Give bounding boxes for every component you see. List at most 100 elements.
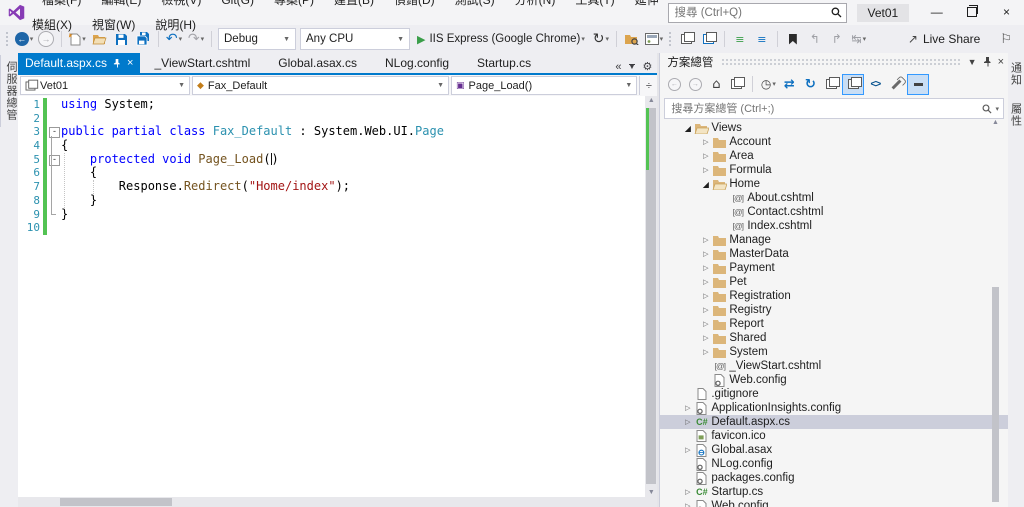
menu-item-s[interactable]: 測試(S) (445, 0, 505, 7)
tree-item-report[interactable]: ▷ Report (660, 317, 1008, 331)
outline-margin[interactable]: - (47, 125, 61, 139)
se-refresh-button[interactable]: ↻ (800, 75, 820, 94)
code-text[interactable]: } (61, 207, 645, 222)
hot-reload-button[interactable]: ↻ ▾ (591, 28, 611, 50)
navigate-to-button[interactable] (699, 28, 719, 50)
pin-icon[interactable] (983, 57, 992, 67)
tree-item-area[interactable]: ▷ Area (660, 149, 1008, 163)
expand-arrow-icon[interactable]: ▷ (682, 488, 693, 496)
outline-margin[interactable] (47, 194, 61, 208)
tree-item-web-config[interactable]: Web.config (660, 373, 1008, 387)
menu-item-p[interactable]: 專案(P) (264, 0, 324, 7)
outline-margin[interactable] (47, 166, 61, 180)
tab-nlog-config[interactable]: NLog.config (371, 53, 463, 73)
tab-options-gear-icon[interactable]: ⚙ (642, 60, 652, 73)
outline-margin[interactable] (47, 112, 61, 126)
live-share-button[interactable]: ↗ Live Share (898, 32, 990, 46)
code-line[interactable]: 3- public partial class Fax_Default : Sys… (18, 125, 645, 140)
pin-icon[interactable] (113, 58, 121, 68)
scroll-up-icon[interactable]: ▲ (991, 119, 1000, 126)
menu-item-gitg[interactable]: Git(G) (211, 0, 264, 7)
tree-item-views[interactable]: ◢ Views (660, 121, 1008, 135)
outline-margin[interactable] (47, 139, 61, 153)
se-search-input[interactable] (669, 101, 979, 116)
se-view-code-button[interactable]: <> (865, 75, 885, 94)
scrollbar-thumb[interactable] (992, 287, 1000, 502)
navigate-back-button[interactable]: ← ▾ (14, 28, 34, 50)
tab--viewstart-cshtml[interactable]: _ViewStart.cshtml (140, 53, 264, 73)
tree-item-about-cshtml[interactable]: [@] About.cshtml (660, 191, 1008, 205)
save-button[interactable] (111, 28, 131, 50)
code-line[interactable]: 1 using System; (18, 97, 645, 112)
split-editor-button[interactable]: ÷ (639, 76, 657, 95)
expand-arrow-icon[interactable]: ▷ (700, 292, 711, 300)
solution-explorer-search[interactable]: ▾ (664, 98, 1005, 119)
scroll-down-icon[interactable]: ▼ (645, 489, 657, 496)
se-vertical-scrollbar[interactable]: ▲ (991, 119, 1000, 507)
expand-arrow-icon[interactable]: ▷ (682, 418, 693, 426)
code-area[interactable]: 1 using System; 2 3- public partial class Fa… (18, 96, 646, 497)
expand-arrow-icon[interactable]: ▷ (700, 306, 711, 314)
next-bookmark-button[interactable]: ↱ (827, 28, 847, 50)
code-text[interactable]: Response.Redirect("Home/index"); (61, 179, 645, 194)
menu-item-v[interactable]: 檢視(V) (151, 0, 211, 7)
type-dropdown[interactable]: ◆ Fax_Default ▼ (192, 76, 449, 95)
code-line[interactable]: 7 Response.Redirect("Home/index"); (18, 179, 645, 194)
expand-arrow-icon[interactable]: ▷ (700, 138, 711, 146)
tree-item-shared[interactable]: ▷ Shared (660, 331, 1008, 345)
new-file-button[interactable]: ▾ (67, 28, 87, 50)
scrollbar-thumb[interactable] (60, 498, 172, 506)
se-home-button[interactable]: ⌂ (706, 75, 726, 94)
previous-bookmark-button[interactable]: ↰ (805, 28, 825, 50)
solution-explorer-title-bar[interactable]: 方案總管 ▼ × (660, 53, 1008, 71)
se-switch-views-button[interactable]: ◂ (727, 75, 747, 94)
tree-item-gitignore[interactable]: .gitignore (660, 387, 1008, 401)
autohide-tab-right-1[interactable]: 屬性 (1006, 97, 1024, 133)
tree-item-packages-config[interactable]: packages.config (660, 471, 1008, 485)
editor-horizontal-scrollbar[interactable] (18, 497, 658, 507)
close-button[interactable]: × (989, 0, 1024, 25)
menu-item-e[interactable]: 編輯(E) (91, 0, 151, 7)
close-tab-icon[interactable]: × (127, 57, 133, 69)
code-text[interactable] (61, 112, 645, 126)
code-text[interactable]: { (61, 138, 645, 153)
tree-item-masterdata[interactable]: ▷ MasterData (660, 247, 1008, 261)
se-back-button[interactable]: ← (664, 75, 684, 94)
decrease-indent-button[interactable]: ≡ (730, 28, 750, 50)
restore-button[interactable] (954, 0, 989, 25)
menu-item-d[interactable]: 偵錯(D) (384, 0, 445, 7)
se-nest-files-button[interactable] (821, 75, 841, 94)
redo-button[interactable]: ↷ ▾ (186, 28, 206, 50)
outline-margin[interactable] (47, 98, 61, 112)
code-line[interactable]: 5- protected void Page_Load() (18, 152, 645, 167)
project-dropdown[interactable]: Vet01 ▼ (20, 76, 190, 95)
outline-margin[interactable] (47, 180, 61, 194)
solution-platform-dropdown[interactable]: Any CPU ▼ (300, 28, 410, 50)
tree-item-system[interactable]: ▷ System (660, 345, 1008, 359)
close-panel-icon[interactable]: × (998, 56, 1004, 68)
editor-vertical-scrollbar[interactable]: ▲ ▼ (645, 96, 658, 497)
code-text[interactable] (61, 221, 645, 235)
menu-item-b[interactable]: 建置(B) (324, 0, 384, 7)
tab-global-asax-cs[interactable]: Global.asax.cs (264, 53, 371, 73)
outline-margin[interactable] (47, 221, 61, 235)
code-line[interactable]: 4{ (18, 138, 645, 153)
expand-arrow-icon[interactable]: ▷ (700, 348, 711, 356)
window-position-dropdown-icon[interactable]: ▼ (968, 57, 977, 67)
attach-to-process-button[interactable] (677, 28, 697, 50)
collapse-arrow-icon[interactable]: ◢ (700, 180, 711, 189)
toggle-bookmark-button[interactable] (783, 28, 803, 50)
quick-search[interactable] (667, 2, 847, 23)
tab-startup-cs[interactable]: Startup.cs (463, 53, 545, 73)
code-line[interactable]: 8 } (18, 193, 645, 208)
feedback-icon[interactable]: ⚐ (990, 32, 1022, 47)
tab-default-aspx-cs[interactable]: Default.aspx.cs × (18, 53, 141, 73)
expand-arrow-icon[interactable]: ▷ (682, 502, 693, 507)
open-file-button[interactable] (89, 28, 109, 50)
expand-arrow-icon[interactable]: ▷ (700, 152, 711, 160)
menu-item-t[interactable]: 工具(T) (565, 0, 624, 7)
se-preview-selected-items-button[interactable] (907, 73, 930, 95)
tree-item-formula[interactable]: ▷ Formula (660, 163, 1008, 177)
member-dropdown[interactable]: ▣ Page_Load() ▼ (451, 76, 638, 95)
expand-arrow-icon[interactable]: ▷ (700, 320, 711, 328)
